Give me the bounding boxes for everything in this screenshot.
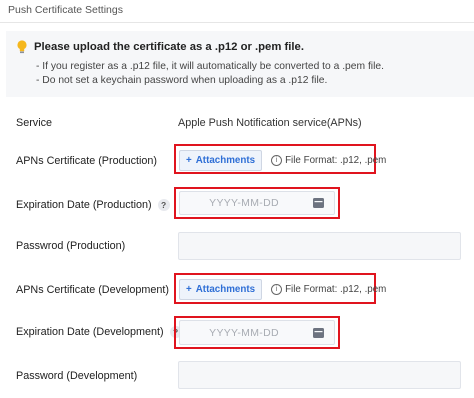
attachments-button-label: Attachments xyxy=(195,155,256,166)
help-icon[interactable]: ? xyxy=(157,199,170,212)
expiration-development-text: Expiration Date (Development) xyxy=(16,326,164,338)
calendar-icon[interactable] xyxy=(313,327,324,338)
attachments-button-development[interactable]: + Attachments xyxy=(179,279,263,300)
info-icon: i xyxy=(271,284,283,295)
file-format-hint: i File Format: .p12, .pem xyxy=(271,155,386,166)
date-placeholder: YYYY-MM-DD xyxy=(209,197,279,209)
header-divider xyxy=(0,22,474,23)
info-icon: i xyxy=(271,155,283,166)
password-production-input[interactable] xyxy=(178,232,461,260)
password-development-input[interactable] xyxy=(178,361,461,389)
expiration-production-input[interactable]: YYYY-MM-DD xyxy=(179,191,335,215)
notice-heading: Please upload the certificate as a .p12 … xyxy=(34,41,304,53)
page-title: Push Certificate Settings xyxy=(8,4,123,16)
service-label: Service xyxy=(16,117,53,129)
file-format-text: File Format: .p12, .pem xyxy=(285,155,387,166)
attachments-button-label: Attachments xyxy=(195,284,256,295)
file-format-text: File Format: .p12, .pem xyxy=(285,284,387,295)
lightbulb-icon xyxy=(17,40,27,54)
notice-line: - If you register as a .p12 file, it wil… xyxy=(36,61,384,72)
notice-line: - Do not set a keychain password when up… xyxy=(36,75,328,86)
expiration-development-input[interactable]: YYYY-MM-DD xyxy=(179,320,335,345)
service-value: Apple Push Notification service(APNs) xyxy=(178,117,362,129)
upload-notice: Please upload the certificate as a .p12 … xyxy=(6,31,474,97)
apns-production-upload: + Attachments i File Format: .p12, .pem xyxy=(179,150,386,171)
date-placeholder: YYYY-MM-DD xyxy=(209,326,279,339)
password-development-label: Password (Development) xyxy=(16,370,138,382)
expiration-production-label: Expiration Date (Production)? xyxy=(16,199,170,212)
apns-production-label: APNs Certificate (Production) xyxy=(16,155,158,167)
apns-development-label: APNs Certificate (Development) xyxy=(16,284,170,296)
expiration-development-label: Expiration Date (Development)? xyxy=(16,326,182,339)
plus-icon: + xyxy=(186,155,192,166)
attachments-button-production[interactable]: + Attachments xyxy=(179,150,263,171)
password-production-label: Passwrod (Production) xyxy=(16,240,126,252)
expiration-production-text: Expiration Date (Production) xyxy=(16,199,152,211)
apns-development-upload: + Attachments i File Format: .p12, .pem xyxy=(179,279,386,300)
calendar-icon[interactable] xyxy=(313,198,324,208)
plus-icon: + xyxy=(186,284,192,295)
file-format-hint: i File Format: .p12, .pem xyxy=(271,284,386,295)
